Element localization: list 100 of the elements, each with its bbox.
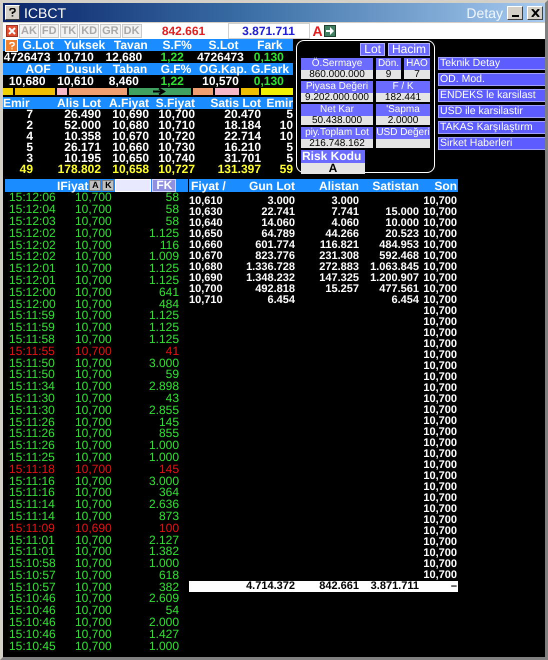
depth-cell-text: 116.821 — [318, 240, 359, 251]
trade-lot: 2.609 — [148, 593, 179, 604]
minimize-button[interactable] — [507, 6, 523, 20]
depth-cell-text: 15.257 — [324, 284, 359, 295]
order-book-cell-text: 10,660 — [111, 142, 149, 153]
action-button[interactable]: ENDEKS le karsilast — [438, 89, 545, 102]
trade-time: 15:12:00 — [9, 298, 57, 310]
column-header: Satis Lot — [209, 98, 261, 108]
trade-lot: 855 — [158, 428, 179, 440]
order-book-cell-text: 10,700 — [158, 109, 195, 120]
trade-price: 10,700 — [75, 404, 113, 416]
depth-cell-text: 10,700 — [422, 515, 457, 526]
trade-time: 15:12:04 — [9, 204, 57, 216]
action-button[interactable]: TAKAS Karşılaştırm — [438, 121, 545, 134]
stat-value: 10,680 — [8, 75, 47, 87]
trade-lot: 873 — [158, 510, 179, 522]
filter-button[interactable]: FK — [152, 179, 176, 192]
help-icon[interactable] — [5, 5, 20, 20]
column-header: Emir — [3, 98, 31, 108]
order-book-total: 49 — [18, 164, 33, 175]
trade-time: 15:10:57 — [9, 570, 57, 581]
order-book-cell-text: 7 — [25, 109, 33, 120]
action-button[interactable]: Teknik Detay — [438, 57, 545, 70]
depth-cell-text: 1.348.232 — [245, 273, 295, 284]
trade-time: 15:10:46 — [9, 593, 57, 604]
trade-price: 10,700 — [75, 534, 113, 546]
column-header: Satistan — [371, 179, 419, 193]
trade-price: 10,700 — [75, 346, 113, 357]
close-button[interactable] — [527, 6, 543, 20]
depth-cell-text: 14.060 — [260, 218, 295, 229]
order-book-cell-text: 10,670 — [111, 131, 149, 142]
trade-lot: 1.000 — [148, 558, 179, 570]
depth-cell-text: 1.200.907 — [369, 273, 419, 284]
trade-lot: 1.125 — [148, 334, 179, 345]
field-value: 182.441 — [376, 93, 430, 102]
trade-time: 15:12:00 — [9, 286, 57, 298]
close-icon[interactable] — [6, 25, 18, 37]
toggle-button[interactable]: Lot — [360, 43, 385, 56]
stat-label: Dusuk — [66, 63, 104, 75]
depth-cell-text: 10,700 — [422, 240, 457, 251]
field-label: F / K — [376, 81, 430, 93]
depth-cell-text: 10,670 — [189, 251, 224, 262]
depth-total: – — [450, 581, 457, 592]
satistan-total: 3.871.711 — [228, 23, 310, 39]
trade-price: 10,700 — [75, 510, 113, 522]
depth-cell-text: 10,700 — [422, 471, 457, 482]
trade-lot: 58 — [164, 216, 179, 227]
toggle-button[interactable]: Hacim — [388, 43, 430, 56]
action-button[interactable]: OD. Mod. — [438, 73, 545, 86]
depth-cell-text: 10,700 — [422, 460, 457, 471]
depth-cell-text: 10,700 — [422, 493, 457, 504]
depth-cell-text: 10,700 — [422, 207, 457, 218]
stat-label: S.F% — [161, 39, 193, 51]
filter-button[interactable]: K — [102, 180, 114, 191]
trade-time: 15:12:02 — [9, 251, 57, 262]
column-header: A.Fiyat — [108, 98, 149, 108]
trade-price: 10,700 — [75, 204, 113, 216]
trade-lot: 1.427 — [148, 628, 179, 640]
trade-time: 15:11:58 — [9, 334, 56, 345]
trade-time: 15:11:09 — [9, 522, 56, 534]
depth-cell-text: 10,700 — [422, 427, 457, 438]
depth-cell-text: 3.000 — [266, 196, 295, 207]
trade-lot: 1.125 — [148, 310, 179, 322]
stat-value: 8,460 — [108, 75, 140, 87]
action-button[interactable]: Sirket Haberleri — [438, 137, 545, 150]
depth-cell-text: 6.454 — [266, 295, 295, 306]
depth-cell-text: 10,700 — [422, 504, 457, 515]
trade-time: 15:11:30 — [9, 392, 56, 404]
stat-label: Fark — [256, 39, 284, 51]
order-book-cell-text: 10,680 — [111, 120, 149, 131]
order-book-cell-text: 10.195 — [64, 153, 101, 164]
depth-total: 4.714.372 — [245, 581, 295, 592]
order-book-cell-text: 2 — [25, 120, 33, 131]
order-book-cell-text: 10,650 — [111, 153, 149, 164]
trade-time: 15:11:34 — [9, 381, 56, 392]
trade-time: 15:11:59 — [9, 310, 55, 322]
field-value — [376, 139, 430, 148]
column-header: Fiyat / — [190, 179, 225, 193]
trade-price: 10,700 — [75, 558, 113, 570]
close-icon — [530, 8, 540, 16]
filter-input[interactable] — [115, 179, 152, 192]
field-label: Ö.Sermaye — [301, 58, 373, 70]
trade-time: 15:11:14 — [9, 499, 56, 510]
trade-price: 10,700 — [75, 286, 113, 298]
arrow-right-icon[interactable] — [324, 25, 336, 37]
trade-time: 15:11:26 — [9, 416, 56, 428]
depth-cell-text: 601.774 — [254, 240, 295, 251]
field-label: Piyasa Değeri — [301, 81, 373, 93]
trade-lot: 41 — [164, 346, 179, 357]
trade-price: 10,700 — [75, 392, 113, 404]
depth-cell-text: 10,710 — [189, 295, 224, 306]
depth-cell-text: 10,630 — [189, 207, 224, 218]
mode-indicator: A — [312, 23, 323, 39]
trade-time: 15:12:02 — [9, 240, 57, 251]
filter-button[interactable]: A — [89, 180, 102, 191]
action-button[interactable]: USD ile karsilastir — [438, 105, 545, 118]
trade-lot: 1.125 — [148, 228, 179, 239]
depth-cell-text: 10,660 — [189, 240, 224, 251]
trade-lot: 2.636 — [148, 499, 179, 510]
trade-lot: 58 — [164, 204, 179, 216]
